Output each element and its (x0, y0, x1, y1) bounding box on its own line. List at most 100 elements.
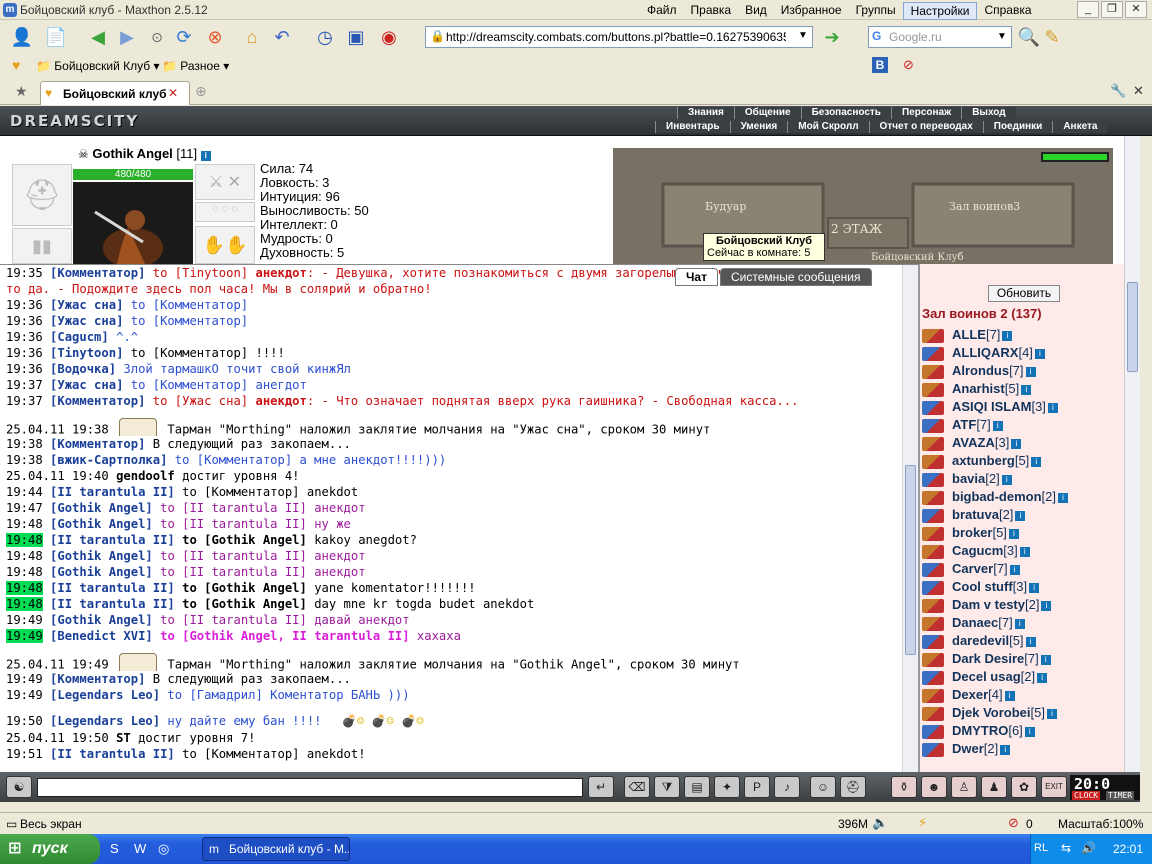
user-name[interactable]: DMYTRO (952, 723, 1008, 738)
private-message-icon[interactable] (922, 490, 944, 505)
user-info-icon[interactable]: i (1014, 618, 1025, 629)
menu-favorites[interactable]: Избранное (774, 2, 849, 20)
user-row[interactable]: Alrondus[7] i (922, 362, 1127, 380)
user-row[interactable]: ALLE[7] i (922, 326, 1127, 344)
figure-icon[interactable]: ♙ (951, 776, 977, 798)
user-row[interactable]: ATF[7] i (922, 416, 1127, 434)
user-row[interactable]: bratuva[2] i (922, 506, 1127, 524)
user-info-icon[interactable]: i (1021, 384, 1032, 395)
lightning-icon[interactable]: ⚡ (918, 815, 927, 831)
user-row[interactable]: Cool stuff[3] i (922, 578, 1127, 596)
rings-slot[interactable]: ◌ ◌ ◌ (195, 202, 255, 222)
user-row[interactable]: daredevil[5] i (922, 632, 1127, 650)
user-info-icon[interactable]: i (1040, 654, 1051, 665)
menu-transfers[interactable]: Отчет о переводах (868, 121, 983, 133)
user-row[interactable]: ALLIQARX[4] i (922, 344, 1127, 362)
menu-knowledge[interactable]: Знания (677, 107, 734, 119)
fullscreen-icon[interactable]: ▭ (6, 817, 17, 831)
chat-nick[interactable]: [Cagucm] (50, 330, 109, 344)
chat-nick[interactable]: [Tinytoon] (50, 346, 123, 360)
private-message-icon[interactable] (922, 670, 944, 685)
map-room-boudoir[interactable]: Будуар (705, 200, 746, 213)
chat-scroll-thumb[interactable] (905, 465, 916, 655)
user-row[interactable]: Dwer[2] i (922, 740, 1127, 758)
chat-nick[interactable]: [Gothik Angel] (50, 549, 153, 563)
private-message-icon[interactable] (922, 706, 944, 721)
tab-fight-club[interactable]: ♥ Бойцовский клуб ✕ (40, 81, 190, 105)
private-message-icon[interactable] (922, 436, 944, 451)
menu-exit[interactable]: Выход (961, 107, 1016, 119)
address-bar[interactable]: 🔒 http://dreamscity.combats.com/buttons.… (425, 26, 813, 48)
chat-nick[interactable]: [Ужас сна] (50, 314, 123, 328)
user-name[interactable]: axtunberg (952, 453, 1015, 468)
search-icon[interactable]: 🔍 (1017, 25, 1041, 49)
user-name[interactable]: Dam v testy (952, 597, 1025, 612)
user-name[interactable]: Alrondus (952, 363, 1009, 378)
chat-nick[interactable]: [Комментатор] (50, 266, 145, 280)
user-row[interactable]: Djek Vorobei[5] i (922, 704, 1127, 722)
gloves-slot[interactable]: ✋✋ (195, 226, 255, 264)
star-icon[interactable]: ★ (15, 83, 28, 100)
private-message-icon[interactable] (922, 598, 944, 613)
user-name[interactable]: Carver (952, 561, 993, 576)
user-name[interactable]: ALLE (952, 327, 986, 342)
potion-icon[interactable]: ⚱ (891, 776, 917, 798)
quicklaunch-word-icon[interactable]: W (134, 841, 146, 856)
user-row[interactable]: bavia[2] i (922, 470, 1127, 488)
menu-social[interactable]: Общение (733, 107, 801, 119)
menu-skills[interactable]: Умения (729, 121, 788, 133)
chat-nick[interactable]: [Benedict XVI] (50, 629, 153, 643)
menu-fights[interactable]: Поединки (982, 121, 1053, 133)
history-dropdown-icon[interactable]: ⊙ (145, 25, 169, 49)
bracers-slot[interactable]: ▮▮ (12, 228, 72, 264)
user-info-icon[interactable]: i (1046, 708, 1057, 719)
tools-icon[interactable]: 🔧 (1110, 83, 1126, 99)
refresh-button[interactable]: Обновить (988, 285, 1060, 302)
user-info-icon[interactable]: i (1031, 456, 1042, 467)
user-name[interactable]: Danaec (952, 615, 998, 630)
chat-nick[interactable]: [Водочка] (50, 362, 116, 376)
private-message-icon[interactable] (922, 526, 944, 541)
group-icon[interactable]: ♟ (981, 776, 1007, 798)
eye-icon[interactable]: ◉ (377, 25, 401, 49)
blocked-icon[interactable]: ⊘ (1008, 815, 1019, 831)
stop-icon[interactable]: ⊗ (203, 25, 227, 49)
user-info-icon[interactable]: i (1029, 582, 1040, 593)
user-name[interactable]: Anarhist (952, 381, 1005, 396)
user-row[interactable]: Danaec[7] i (922, 614, 1127, 632)
user-row[interactable]: bigbad-demon[2] i (922, 488, 1127, 506)
tab-chat[interactable]: Чат (675, 268, 718, 286)
private-message-icon[interactable] (922, 472, 944, 487)
private-message-icon[interactable] (922, 454, 944, 469)
user-info-icon[interactable]: i (1047, 402, 1058, 413)
chat-nick[interactable]: [II tarantula II] (50, 747, 175, 761)
chat-nick[interactable]: [Legendars Leo] (50, 688, 160, 702)
helmet-icon[interactable]: ⛑ (840, 776, 866, 798)
menu-settings[interactable]: Настройки (902, 2, 978, 20)
zoom-level[interactable]: Масштаб:100% (1058, 817, 1143, 831)
home-icon[interactable]: ⌂ (240, 25, 264, 49)
private-message-icon[interactable] (922, 328, 944, 343)
mask-icon[interactable]: ☻ (921, 776, 947, 798)
sound-icon[interactable]: ♪ (774, 776, 800, 798)
chat-nick[interactable]: [Legendars Leo] (50, 714, 160, 728)
chat-nick[interactable]: [Gothik Angel] (50, 565, 153, 579)
user-name[interactable]: Cool stuff (952, 579, 1013, 594)
tab-system-messages[interactable]: Системные сообщения (719, 268, 872, 286)
clear-icon[interactable]: ⌫ (624, 776, 650, 798)
user-info-icon[interactable]: i (1058, 492, 1069, 503)
user-name[interactable]: Cagucm (952, 543, 1003, 558)
users-scroll-thumb[interactable] (1127, 282, 1138, 372)
chat-nick[interactable]: [Gothik Angel] (50, 501, 153, 515)
user-name[interactable]: Dexer (952, 687, 988, 702)
private-icon[interactable]: P (744, 776, 770, 798)
volume-icon[interactable]: 🔈 (872, 815, 888, 831)
user-row[interactable]: axtunberg[5] i (922, 452, 1127, 470)
go-icon[interactable]: ➔ (820, 25, 844, 49)
user-name[interactable]: bratuva (952, 507, 999, 522)
menu-scroll[interactable]: Мой Скролл (787, 121, 869, 133)
private-message-icon[interactable] (922, 346, 944, 361)
chat-nick[interactable]: [Комментатор] (50, 672, 145, 686)
info-icon[interactable]: i (200, 151, 211, 161)
user-info-icon[interactable]: i (992, 420, 1003, 431)
